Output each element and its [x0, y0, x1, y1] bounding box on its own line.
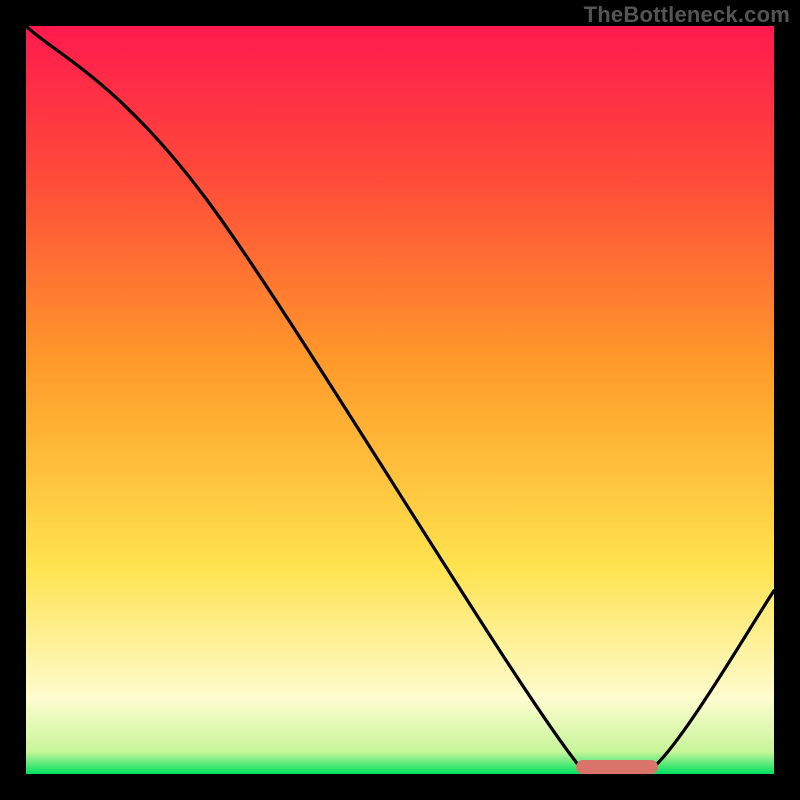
chart-frame: TheBottleneck.com [0, 0, 800, 800]
plot-area [26, 26, 774, 774]
plot-svg [26, 26, 774, 774]
gradient-rect [26, 26, 774, 774]
optimal-range-marker [576, 760, 658, 774]
watermark-text: TheBottleneck.com [584, 2, 790, 28]
